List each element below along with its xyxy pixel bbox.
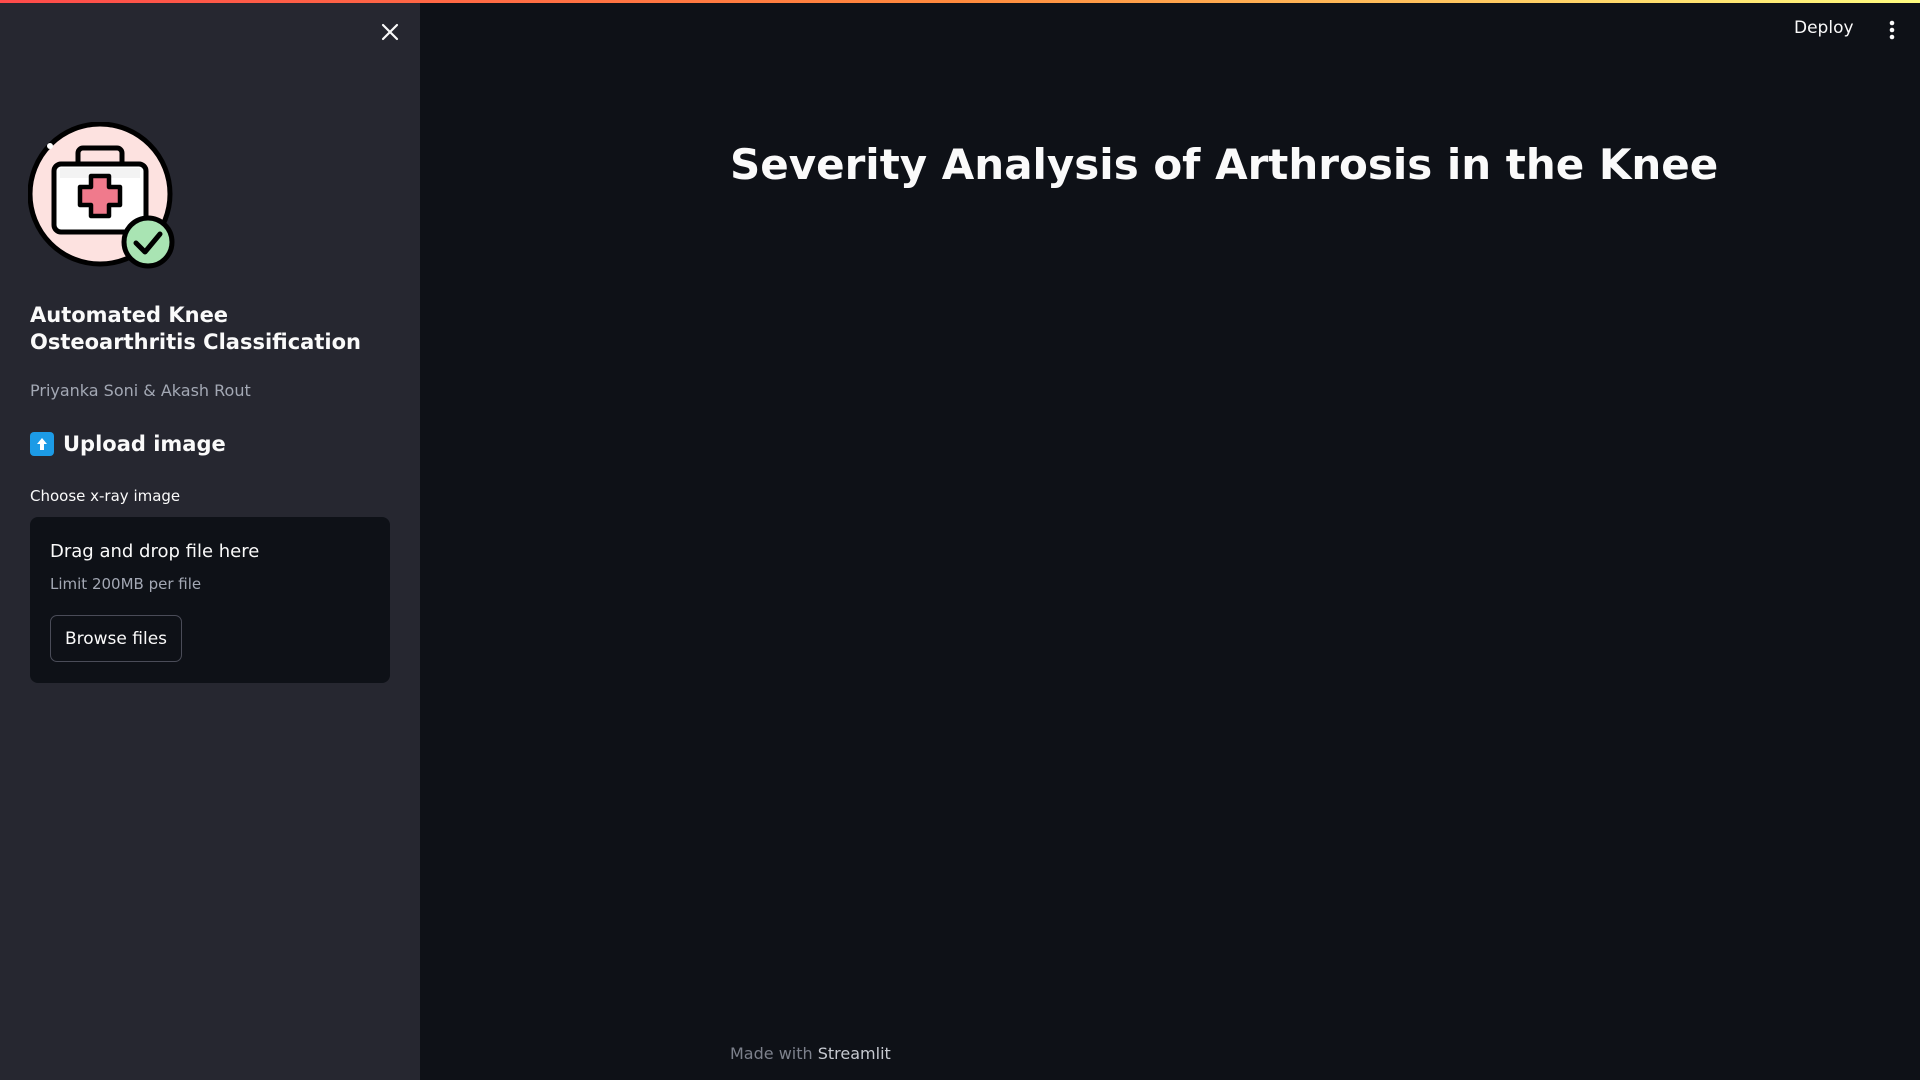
- dropzone-limit: Limit 200MB per file: [50, 575, 202, 593]
- arrow-up-icon: [30, 432, 54, 456]
- close-sidebar-button[interactable]: [378, 20, 402, 44]
- streamlit-link[interactable]: Streamlit: [818, 1044, 891, 1063]
- browse-files-button[interactable]: Browse files: [50, 615, 182, 662]
- sidebar: Automated Knee Osteoarthritis Classifica…: [0, 0, 420, 1080]
- upload-heading: Upload image: [30, 432, 226, 456]
- dropzone-title: Drag and drop file here: [50, 541, 260, 562]
- footer-prefix: Made with: [730, 1044, 818, 1063]
- main-menu-button[interactable]: [1880, 18, 1904, 42]
- more-vertical-icon: [1889, 20, 1895, 40]
- footer: Made with Streamlit: [730, 1044, 891, 1063]
- file-uploader-label: Choose x-ray image: [30, 487, 181, 505]
- top-decoration-bar: [0, 0, 1920, 3]
- file-dropzone[interactable]: Drag and drop file here Limit 200MB per …: [30, 517, 390, 683]
- authors-text: Priyanka Soni & Akash Rout: [30, 381, 251, 400]
- app-title: Automated Knee Osteoarthritis Classifica…: [30, 303, 361, 354]
- page-title: Severity Analysis of Arthrosis in the Kn…: [730, 140, 1719, 189]
- deploy-button[interactable]: Deploy: [1794, 18, 1854, 38]
- medical-kit-check-icon: [27, 121, 180, 274]
- close-icon: [381, 23, 399, 41]
- upload-heading-text: Upload image: [63, 432, 226, 456]
